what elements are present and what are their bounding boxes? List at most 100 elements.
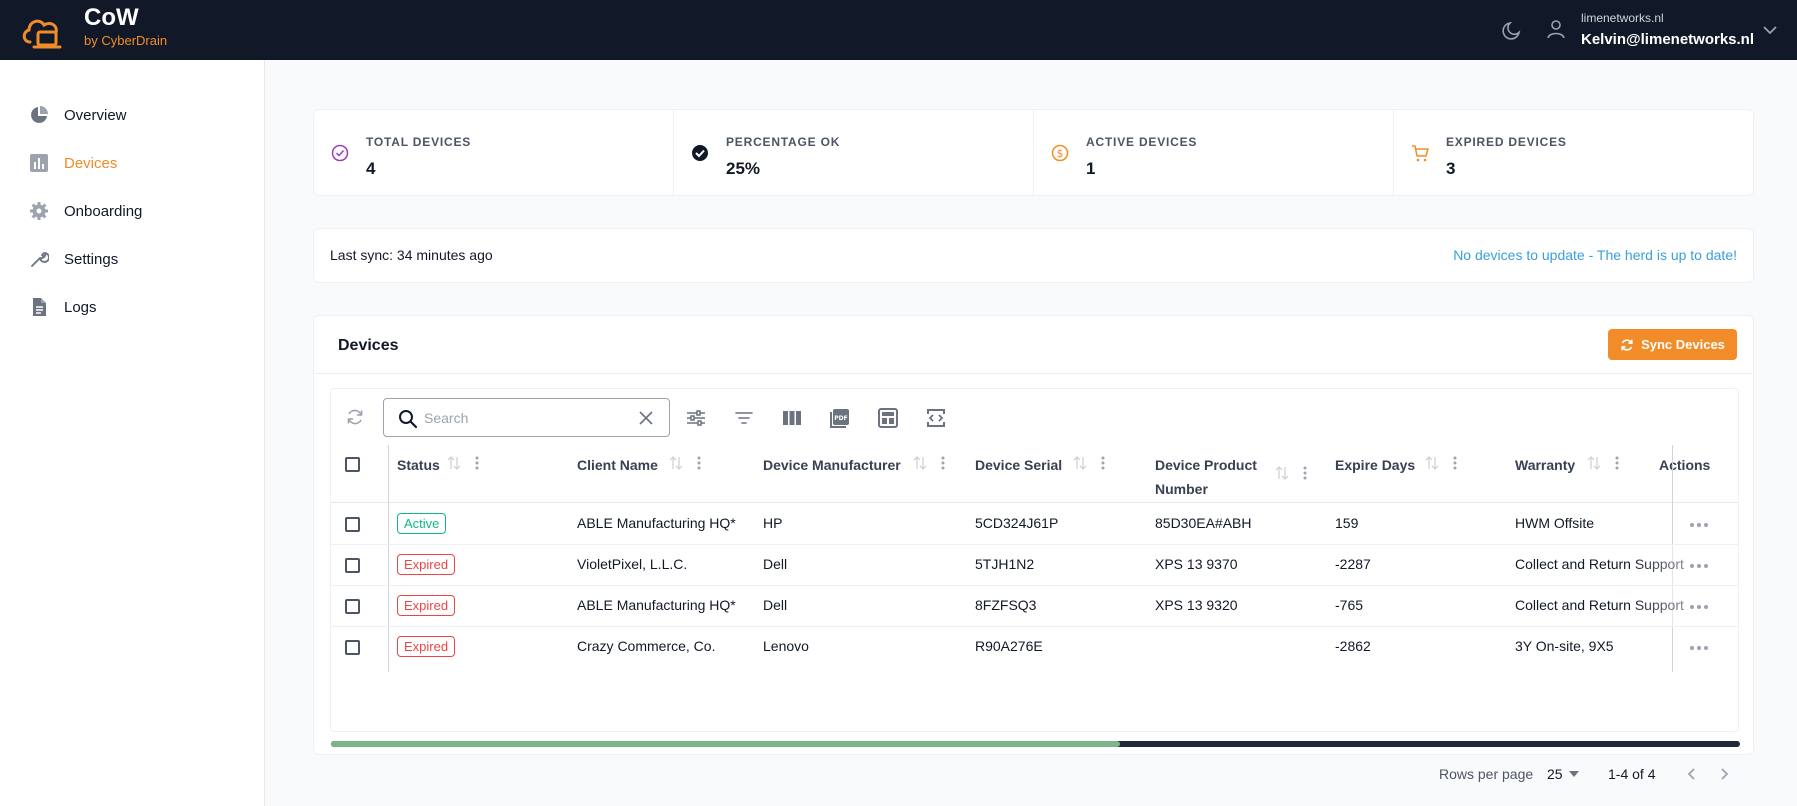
fullscreen-code-icon[interactable] (925, 407, 947, 429)
sort-icon[interactable] (1275, 465, 1289, 485)
stat-value: 4 (366, 159, 376, 178)
stat-percentage-ok: PERCENTAGE OK 25% (674, 110, 1034, 195)
row-checkbox[interactable] (345, 517, 360, 532)
rows-per-page-select[interactable]: 25 (1547, 766, 1579, 782)
column-menu-icon[interactable] (697, 455, 701, 475)
filter-icon[interactable] (733, 407, 755, 429)
column-menu-icon[interactable] (1303, 465, 1307, 485)
sidebar-item-overview[interactable]: Overview (28, 100, 127, 130)
row-checkbox[interactable] (345, 599, 360, 614)
sort-icon[interactable] (913, 455, 927, 475)
user-icon[interactable] (1544, 17, 1568, 41)
scrollbar-thumb[interactable] (331, 741, 1121, 747)
layout-icon[interactable] (877, 407, 899, 429)
cell-product-number: XPS 13 9320 (1155, 597, 1238, 613)
status-badge: Expired (397, 554, 456, 575)
pagination-range: 1-4 of 4 (1608, 766, 1656, 782)
user-email[interactable]: Kelvin@limenetworks.nl (1581, 31, 1754, 48)
cell-expire-days: -2287 (1335, 556, 1371, 572)
document-icon (28, 296, 50, 318)
sidebar-item-label: Settings (64, 250, 119, 268)
cell-product-number: 85D30EA#ABH (1155, 515, 1252, 531)
column-header-client-name[interactable]: Client Name (577, 453, 658, 477)
status-badge: Expired (397, 595, 456, 616)
sidebar: Overview Devices Onboarding Settings Log… (0, 60, 265, 806)
previous-page-button[interactable] (1682, 764, 1702, 784)
check-badge-icon (692, 145, 708, 161)
row-actions-icon[interactable] (1689, 522, 1709, 528)
columns-icon[interactable] (781, 407, 803, 429)
column-header-status[interactable]: Status (397, 453, 440, 477)
wrench-icon (28, 248, 50, 270)
sidebar-item-label: Logs (64, 298, 97, 316)
clear-search-icon[interactable] (637, 409, 655, 427)
column-tools (1587, 455, 1619, 475)
column-menu-icon[interactable] (1615, 455, 1619, 475)
top-bar: CoW by CyberDrain limenetworks.nl Kelvin… (0, 0, 1797, 60)
cell-serial: 5TJH1N2 (975, 556, 1035, 572)
column-menu-icon[interactable] (1453, 455, 1457, 475)
cell-manufacturer: Lenovo (763, 638, 809, 654)
sort-icon[interactable] (1587, 455, 1601, 475)
column-header-actions: Actions (1659, 457, 1711, 473)
cell-manufacturer: HP (763, 515, 783, 531)
column-header-device-manufacturer[interactable]: Device Manufacturer (763, 453, 901, 477)
stat-value: 25% (726, 159, 761, 178)
column-header-warranty[interactable]: Warranty (1515, 453, 1575, 477)
column-menu-icon[interactable] (941, 455, 945, 475)
stat-label: EXPIRED DEVICES (1446, 135, 1567, 149)
sidebar-item-settings[interactable]: Settings (28, 244, 118, 274)
sidebar-item-onboarding[interactable]: Onboarding (28, 196, 142, 226)
refresh-icon[interactable] (345, 407, 365, 427)
table-row: Expired Crazy Commerce, Co. Lenovo R90A2… (331, 627, 1738, 668)
column-tools (913, 455, 945, 475)
horizontal-scrollbar[interactable] (331, 741, 1740, 747)
sort-icon[interactable] (669, 455, 683, 475)
sync-devices-label: Sync Devices (1641, 337, 1725, 352)
sort-icon[interactable] (1073, 455, 1087, 475)
row-checkbox[interactable] (345, 558, 360, 573)
cell-client-name: ABLE Manufacturing HQ* (577, 515, 736, 531)
check-circle-icon (331, 144, 349, 162)
cell-client-name: ABLE Manufacturing HQ* (577, 597, 736, 613)
column-menu-icon[interactable] (475, 455, 479, 475)
rows-per-page-value: 25 (1547, 766, 1563, 782)
sync-status-bar: Last sync: 34 minutes ago No devices to … (313, 228, 1754, 283)
density-settings-icon[interactable] (685, 407, 707, 429)
card-divider (314, 373, 1753, 374)
sidebar-item-logs[interactable]: Logs (28, 292, 97, 322)
rows-per-page-label: Rows per page (1439, 766, 1534, 782)
cell-serial: 8FZFSQ3 (975, 597, 1037, 613)
status-badge: Active (397, 513, 447, 534)
row-checkbox[interactable] (345, 640, 360, 655)
last-sync-text: Last sync: 34 minutes ago (330, 247, 493, 263)
devices-table: PDF Status Client Name Device Manufactur… (330, 388, 1740, 782)
pdf-export-icon[interactable]: PDF (829, 407, 851, 429)
cell-expire-days: 159 (1335, 515, 1359, 531)
row-actions-icon[interactable] (1689, 604, 1709, 610)
column-tools (447, 455, 479, 475)
column-header-expire-days[interactable]: Expire Days (1335, 453, 1415, 477)
chevron-down-icon[interactable] (1758, 18, 1782, 42)
column-header-device-serial[interactable]: Device Serial (975, 453, 1062, 477)
stats-panel: TOTAL DEVICES 4 PERCENTAGE OK 25% $ ACTI… (313, 109, 1754, 196)
svg-text:PDF: PDF (834, 415, 847, 422)
next-page-button[interactable] (1714, 764, 1734, 784)
column-tools (1275, 465, 1307, 485)
svg-text:$: $ (1057, 147, 1064, 160)
search-input[interactable] (424, 408, 624, 428)
bar-chart-icon (28, 152, 50, 174)
sync-icon (1621, 338, 1633, 351)
sync-status-message: No devices to update - The herd is up to… (1453, 247, 1737, 263)
sort-icon[interactable] (447, 455, 461, 475)
select-all-checkbox[interactable] (345, 457, 360, 472)
column-menu-icon[interactable] (1101, 455, 1105, 475)
sync-devices-button[interactable]: Sync Devices (1608, 329, 1737, 360)
moon-icon[interactable] (1500, 18, 1524, 42)
column-header-device-product-number[interactable]: Device Product Number (1155, 453, 1285, 501)
row-actions-icon[interactable] (1689, 645, 1709, 651)
sort-icon[interactable] (1425, 455, 1439, 475)
sidebar-item-devices[interactable]: Devices (28, 148, 117, 178)
user-organization[interactable]: limenetworks.nl (1581, 11, 1664, 25)
row-actions-icon[interactable] (1689, 563, 1709, 569)
